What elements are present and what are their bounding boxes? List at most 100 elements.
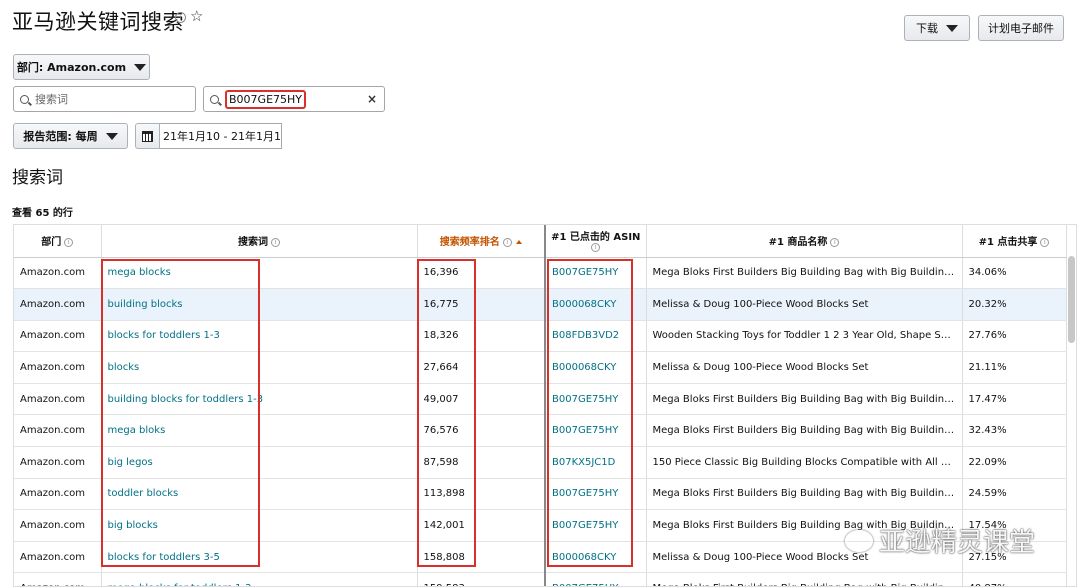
cell-clicked-asin[interactable]: B007GE75HY <box>544 509 647 542</box>
cell-search-term[interactable]: blocks for toddlers 3-5 <box>101 541 418 574</box>
chevron-down-icon <box>946 24 958 32</box>
cell-product-name: Melissa & Doug 100-Piece Wood Blocks Set <box>646 351 963 384</box>
cell-clicked-asin[interactable]: B007GE75HY <box>544 257 647 290</box>
table-row: Amazon.commega blocks for toddlers 1-315… <box>14 572 1067 586</box>
cell-click-share: 27.76% <box>962 320 1067 353</box>
calendar-button[interactable] <box>135 123 160 149</box>
search-icon <box>210 94 219 104</box>
report-range-dropdown[interactable]: 报告范围: 每周 <box>13 123 128 149</box>
star-icon[interactable]: ☆ <box>190 7 203 25</box>
department-dropdown[interactable]: 部门: Amazon.com <box>13 54 150 80</box>
date-range-input[interactable]: 21年1月10 - 21年1月16 <box>160 123 282 149</box>
section-title: 搜索词 <box>12 168 63 188</box>
cell-product-name: Wooden Stacking Toys for Toddler 1 2 3 Y… <box>646 320 963 353</box>
table-row: Amazon.com blocks 27,664 B000068CKY Melissa … <box>14 351 1067 384</box>
cell-search-rank: 142,001 <box>417 509 546 542</box>
cell-clicked-asin[interactable]: B07KX5JC1D <box>544 446 647 479</box>
column-header-search-term[interactable]: 搜索词 i <box>101 225 418 258</box>
cell-click-share: 40.87% <box>962 572 1067 586</box>
cell-search-term[interactable]: mega blocks for toddlers 1-3 <box>101 572 418 586</box>
watermark-text: 亚逊精灵课堂 <box>879 528 1036 558</box>
asin-input[interactable]: B007GE75HY × <box>203 86 385 112</box>
cell-click-share: 17.47% <box>962 383 1067 416</box>
table-row: Amazon.com mega bloks 76,576 B007GE75HY Mega… <box>14 414 1067 448</box>
cell-clicked-asin[interactable]: B007GE75HY <box>544 383 647 416</box>
cell-click-share: 24.59% <box>962 478 1067 511</box>
table-row: Amazon.com building blocks 16,775 B000068CK… <box>14 288 1067 321</box>
asin-input-value: B007GE75HY <box>225 89 307 109</box>
table-scrollbar[interactable] <box>1068 256 1075 343</box>
cell-search-term[interactable]: big legos <box>101 446 418 479</box>
watermark: 亚逊精灵课堂 <box>845 522 1035 559</box>
info-icon[interactable]: i <box>175 12 186 23</box>
cell-clicked-asin[interactable]: B007GE75HY <box>544 478 647 511</box>
cell-department: Amazon.com <box>14 288 102 321</box>
cell-clicked-asin[interactable]: B007GE75HY <box>544 414 647 448</box>
cell-department: Amazon.com <box>14 383 102 416</box>
cell-clicked-asin[interactable]: B007GE75HY <box>544 572 647 586</box>
date-range-value: 21年1月10 - 21年1月16 <box>163 130 282 143</box>
cell-product-name: Mega Bloks First Builders Big Building B… <box>646 383 963 416</box>
chevron-down-icon <box>105 132 118 140</box>
cell-clicked-asin[interactable]: B000068CKY <box>544 351 647 384</box>
cell-department: Amazon.com <box>14 509 102 542</box>
column-header-clicked-asin[interactable]: #1 已点击的 ASIN i <box>544 225 647 258</box>
cell-search-rank: 27,664 <box>417 351 546 384</box>
sort-ascending-icon <box>515 240 522 245</box>
cell-search-rank: 16,396 <box>417 257 546 290</box>
info-icon: i <box>271 237 280 247</box>
column-header-product-name[interactable]: #1 商品名称 i <box>646 225 963 258</box>
table-row: Amazon.com toddler blocks 113,898 B007GE75H… <box>14 478 1067 511</box>
cell-search-rank: 159,583 <box>417 572 546 586</box>
cell-search-term[interactable]: blocks <box>101 351 418 384</box>
cell-search-rank: 113,898 <box>417 478 546 511</box>
cell-click-share: 22.09% <box>962 446 1067 479</box>
cell-search-term[interactable]: toddler blocks <box>101 478 418 511</box>
schedule-email-label: 计划电子邮件 <box>988 22 1054 35</box>
download-label: 下载 <box>916 22 938 35</box>
info-icon: i <box>830 237 840 247</box>
schedule-email-button[interactable]: 计划电子邮件 <box>978 15 1064 41</box>
cell-click-share: 32.43% <box>962 414 1067 448</box>
cell-product-name: Melissa & Doug 100-Piece Wood Blocks Set <box>646 288 963 321</box>
cell-clicked-asin[interactable]: B08FDB3VD2 <box>544 320 647 353</box>
cell-search-term[interactable]: building blocks <box>101 288 418 321</box>
column-header-search-rank[interactable]: 搜索频率排名 i <box>417 225 546 258</box>
table-row: Amazon.com blocks for toddlers 1-3 18,326 B… <box>14 320 1067 353</box>
cell-clicked-asin[interactable]: B000068CKY <box>544 541 647 574</box>
cell-department: Amazon.com <box>14 320 102 353</box>
info-icon: i <box>1040 237 1050 247</box>
cell-clicked-asin[interactable]: B000068CKY <box>544 288 647 321</box>
cell-search-rank: 76,576 <box>417 414 546 448</box>
cell-search-term[interactable]: mega blocks <box>101 257 418 290</box>
table-row: Amazon.com big legos 87,598 B07KX5JC1D 150 P… <box>14 446 1067 479</box>
cell-department: Amazon.com <box>14 541 102 574</box>
cell-search-rank: 49,007 <box>417 383 546 416</box>
cell-search-rank: 16,775 <box>417 288 546 321</box>
download-button[interactable]: 下载 <box>904 15 970 41</box>
cell-search-rank: 18,326 <box>417 320 546 353</box>
cell-department: Amazon.com <box>14 572 102 586</box>
cell-search-rank: 87,598 <box>417 446 546 479</box>
cell-search-term[interactable]: big blocks <box>101 509 418 542</box>
cell-search-term[interactable]: building blocks for toddlers 1-3 <box>101 383 418 416</box>
cell-click-share: 34.06% <box>962 257 1067 290</box>
column-header-department[interactable]: 部门 i <box>14 225 102 258</box>
rows-count: 查看 65 的行 <box>12 208 73 219</box>
chat-bubble-icon <box>845 529 873 552</box>
search-placeholder: 搜索词 <box>35 93 68 106</box>
table-header-row: 部门 i 搜索词 i 搜索频率排名 i #1 已点击的 ASIN i #1 商品名称 i … <box>14 225 1067 258</box>
cell-department: Amazon.com <box>14 446 102 479</box>
cell-click-share: 21.11% <box>962 351 1067 384</box>
cell-department: Amazon.com <box>14 257 102 290</box>
page-title: 亚马逊关键词搜索 <box>12 10 184 34</box>
cell-product-name: Mega Bloks First Builders Big Building B… <box>646 478 963 511</box>
cell-search-term[interactable]: mega bloks <box>101 414 418 448</box>
clear-icon[interactable]: × <box>367 92 377 106</box>
chevron-down-icon <box>134 63 147 71</box>
cell-search-term[interactable]: blocks for toddlers 1-3 <box>101 320 418 353</box>
cell-department: Amazon.com <box>14 478 102 511</box>
report-range-label: 报告范围: 每周 <box>23 130 98 143</box>
search-term-input[interactable]: 搜索词 <box>13 86 196 112</box>
column-header-click-share[interactable]: #1 点击共享 i <box>962 225 1067 258</box>
